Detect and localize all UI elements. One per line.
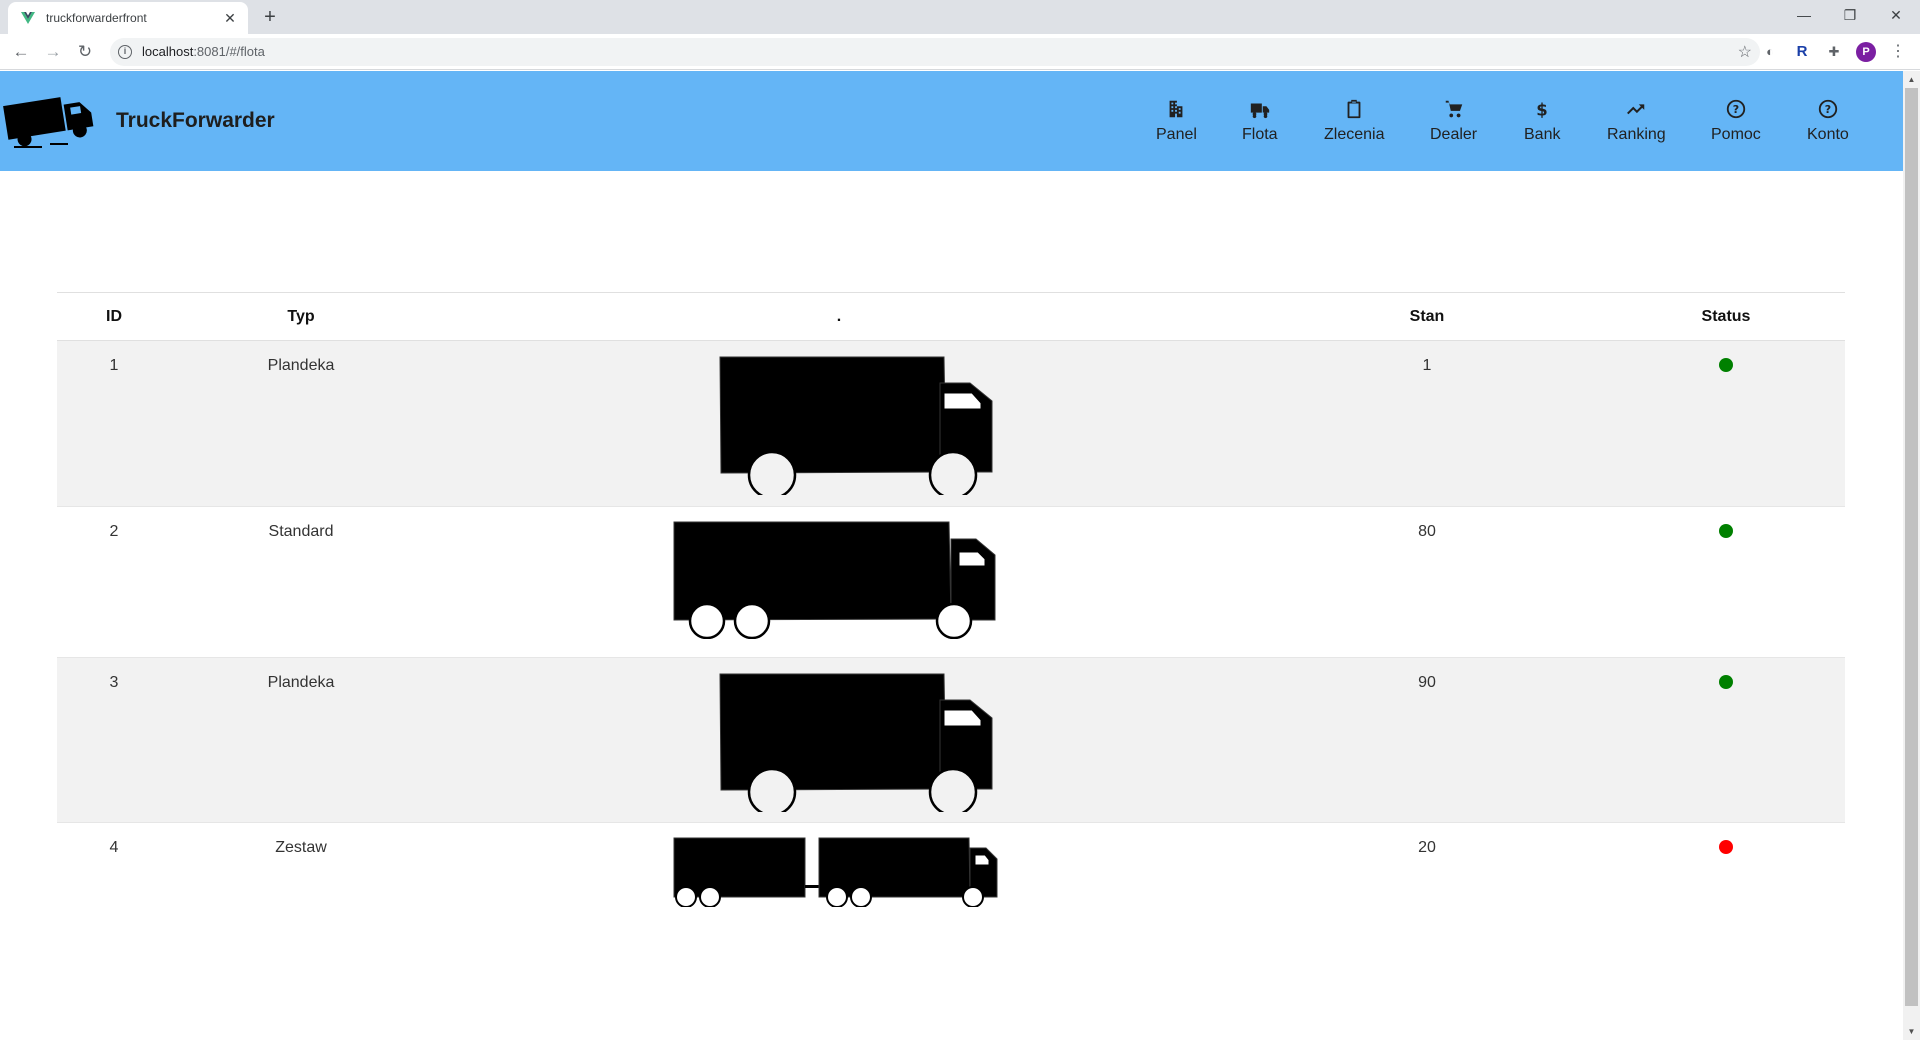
nav-ranking[interactable]: Ranking [1597,85,1676,157]
nav-label: Panel [1156,126,1197,143]
header-type[interactable]: Typ [171,292,431,341]
profile-avatar[interactable]: P [1856,42,1876,62]
nav-label: Dealer [1430,126,1478,143]
cell-stan: 90 [1247,657,1607,823]
cell-stan: 80 [1247,506,1607,658]
cell-id: 4 [109,839,119,856]
vertical-scrollbar[interactable]: ▲ ▼ [1903,71,1920,1040]
vue-logo-icon [21,12,35,24]
app-header: TruckForwarder Panel Flota Zlecenia Deal… [0,71,1903,171]
cell-image [431,340,1247,507]
new-tab-icon[interactable]: + [258,5,282,29]
restore-icon[interactable]: ❐ [1827,0,1873,30]
url-path: :8081/#/flota [193,44,265,59]
help-circle-icon: ? [1726,99,1746,119]
header-id[interactable]: ID [57,292,171,341]
three-axle-truck-icon [673,521,996,639]
fleet-table: ID Typ . Stan Status 1 Plandeka 1 2 Stan… [57,292,1845,923]
truck-logo-icon [3,97,94,148]
cell-status [1607,506,1845,658]
site-info-icon[interactable]: i [118,45,132,59]
header-stan[interactable]: Stan [1247,292,1607,341]
cell-type: Zestaw [275,839,327,856]
svg-text:$: $ [1536,100,1547,119]
svg-text:?: ? [1733,103,1739,116]
help-circle-icon: ? [1818,99,1838,119]
box-truck-icon [719,356,993,495]
nav-panel[interactable]: Panel [1146,85,1207,157]
nav-konto[interactable]: ? Konto [1797,85,1859,157]
nav-zlecenia[interactable]: Zlecenia [1314,85,1394,157]
cell-type: Plandeka [171,657,431,823]
bookmark-star-icon[interactable]: ☆ [1738,42,1752,62]
scrollbar-thumb[interactable] [1905,88,1918,1006]
status-dot [1719,358,1733,372]
cell-id: 3 [57,657,171,823]
back-icon[interactable]: ← [9,40,33,64]
table-row[interactable]: 3 Plandeka 90 [57,657,1845,823]
cell-status [1607,657,1845,823]
browser-menu-icon[interactable]: ⋮ [1888,42,1908,62]
cell-image [431,823,1247,923]
cell-status [1607,340,1845,507]
cell-type: Standard [171,506,431,658]
scroll-down-icon[interactable]: ▼ [1903,1023,1920,1040]
app-brand-title: TruckForwarder [116,109,275,132]
extension-globe-icon[interactable]: ◐ [1760,42,1780,62]
status-dot [1719,840,1733,854]
nav-dealer[interactable]: Dealer [1420,85,1487,157]
truck-icon [1250,103,1269,119]
url-host: localhost [142,44,194,59]
nav-label: Zlecenia [1324,126,1385,143]
url-text: localhost:8081/#/flota [142,44,265,59]
reload-icon[interactable]: ↻ [73,40,97,64]
nav-bank[interactable]: $ Bank [1514,85,1570,157]
forward-icon[interactable]: → [41,40,65,64]
close-tab-icon[interactable]: ✕ [222,10,238,27]
clipboard-icon [1347,99,1361,119]
cell-stan: 20 [1418,839,1436,856]
status-dot [1719,524,1733,538]
browser-tab-strip: truckforwarderfront ✕ + — ❐ ✕ [0,0,1920,34]
trending-up-icon [1627,104,1645,115]
extension-r-icon[interactable]: R [1792,42,1812,62]
dollar-icon: $ [1536,100,1547,119]
nav-flota[interactable]: Flota [1232,85,1288,157]
nav-label: Konto [1807,126,1849,143]
office-building-icon [1170,100,1183,118]
header-image[interactable]: . [431,292,1247,341]
extensions-puzzle-icon[interactable]: ✚ [1824,42,1844,62]
nav-label: Bank [1524,126,1561,143]
table-row[interactable]: 4 Zestaw 20 [57,823,1845,923]
cell-stan: 1 [1247,340,1607,507]
truck-trailer-icon [673,837,998,907]
table-row[interactable]: 2 Standard 80 [57,506,1845,658]
tab-title: truckforwarderfront [46,11,147,25]
nav-label: Pomoc [1711,126,1761,143]
svg-text:?: ? [1825,103,1831,116]
browser-tab[interactable]: truckforwarderfront ✕ [8,2,248,34]
cell-type: Plandeka [171,340,431,507]
cell-status [1607,823,1845,923]
browser-toolbar: ← → ↻ i localhost:8081/#/flota ☆ ◐ R ✚ P… [0,34,1920,70]
window-close-icon[interactable]: ✕ [1873,0,1919,30]
address-bar[interactable]: i localhost:8081/#/flota ☆ [110,38,1760,66]
header-status[interactable]: Status [1607,292,1845,341]
minimize-icon[interactable]: — [1781,0,1827,30]
scroll-up-icon[interactable]: ▲ [1903,71,1920,88]
cell-image [431,506,1247,658]
nav-pomoc[interactable]: ? Pomoc [1701,85,1771,157]
table-row[interactable]: 1 Plandeka 1 [57,340,1845,507]
status-dot [1719,675,1733,689]
nav-label: Ranking [1607,126,1666,143]
cart-icon [1445,100,1462,118]
box-truck-icon [719,673,993,812]
table-header-row: ID Typ . Stan Status [57,292,1845,341]
cell-image [431,657,1247,823]
nav-label: Flota [1242,126,1278,143]
cell-id: 2 [57,506,171,658]
cell-id: 1 [57,340,171,507]
